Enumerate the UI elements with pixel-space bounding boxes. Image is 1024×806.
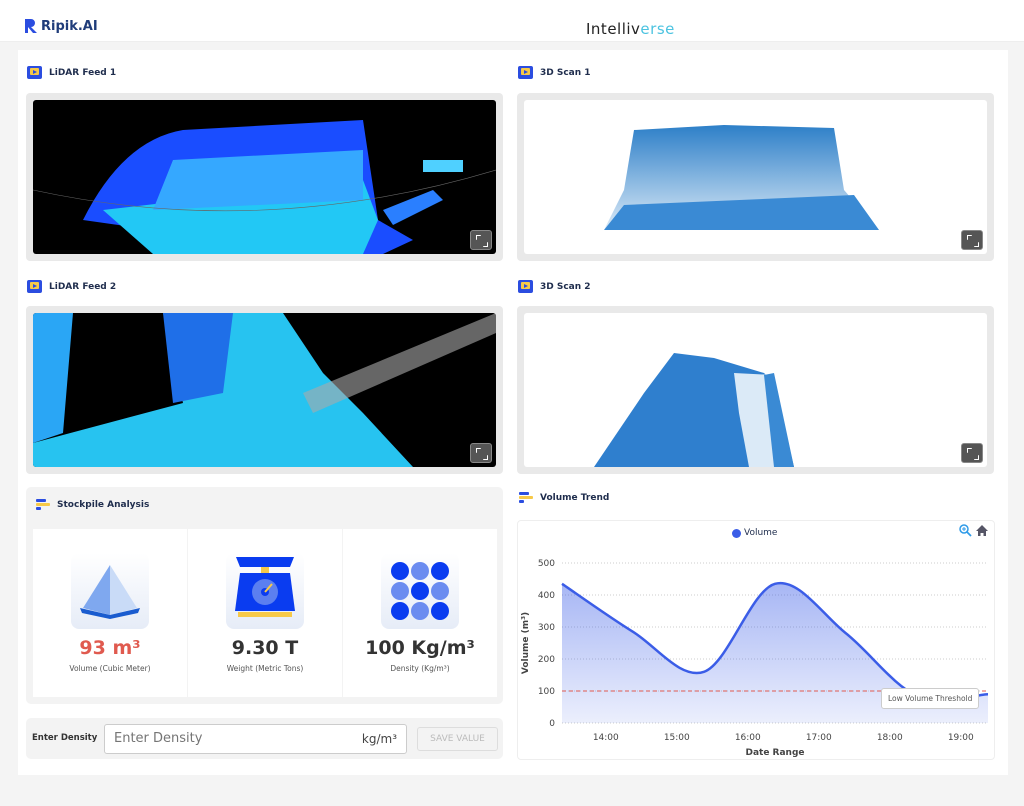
video-icon — [518, 66, 533, 79]
particles-icon — [381, 553, 459, 629]
volume-trend-chart: 0 100 200 300 400 500 14:00 15:00 16:00 17:00 18:0… — [517, 520, 995, 760]
3d-scan-2-panel — [517, 306, 994, 474]
intelliverse-logo: Intelliverse — [586, 20, 675, 38]
lidar-feed-2-title: LiDAR Feed 2 — [27, 280, 116, 293]
lidar-feed-1-view[interactable] — [33, 100, 496, 254]
3d-scan-surface-1 — [604, 125, 879, 230]
bars-icon — [36, 499, 50, 511]
top-bar — [0, 0, 1024, 42]
3d-scan-2-view[interactable] — [524, 313, 987, 467]
video-icon — [27, 66, 42, 79]
particle-dot — [391, 582, 409, 600]
weight-metric: 9.30 T Weight (Metric Tons) — [188, 529, 342, 697]
stockpile-analysis-title: Stockpile Analysis — [36, 499, 149, 511]
volume-metric: 93 m³ Volume (Cubic Meter) — [33, 529, 187, 697]
particle-dot — [411, 562, 429, 580]
density-value: 100 Kg/m³ — [365, 637, 475, 659]
3d-scan-1-view[interactable] — [524, 100, 987, 254]
metrics-row: 93 m³ Volume (Cubic Meter) 9.30 T Weight… — [33, 529, 497, 697]
video-icon — [27, 280, 42, 293]
3d-scan-2-title: 3D Scan 2 — [518, 280, 591, 293]
density-input-wrapper: kg/m³ — [104, 724, 407, 754]
weight-value: 9.30 T — [231, 637, 299, 659]
lidar-feed-1-panel — [26, 93, 503, 261]
bars-icon — [519, 492, 533, 504]
ripik-logo-icon — [25, 19, 37, 33]
legend-label: Volume — [744, 528, 778, 538]
x-tick-label: 16:00 — [735, 733, 761, 743]
logo-text: Ripik.AI — [41, 18, 98, 34]
chart-svg: 0 100 200 300 400 500 14:00 15:00 16:00 17:00 18:0… — [521, 559, 989, 758]
density-metric: 100 Kg/m³ Density (Kg/m³) — [343, 529, 497, 697]
y-tick-label: 500 — [538, 559, 555, 569]
lidar-point-cloud-1 — [33, 120, 496, 254]
density-label: Density (Kg/m³) — [390, 664, 450, 673]
chart-legend[interactable]: Volume — [732, 528, 777, 538]
particle-dot — [411, 582, 429, 600]
3d-scan-1-title: 3D Scan 1 — [518, 66, 591, 79]
3d-scan-surface-2 — [594, 353, 794, 467]
particle-dot — [431, 602, 449, 620]
lidar-feed-2-view[interactable] — [33, 313, 496, 467]
expand-icon[interactable] — [961, 443, 983, 463]
particle-dot — [391, 562, 409, 580]
y-tick-label: 100 — [538, 687, 555, 697]
legend-dot — [732, 528, 741, 538]
lidar-point-cloud-2 — [33, 313, 496, 467]
particle-dot — [431, 562, 449, 580]
density-input[interactable] — [114, 731, 334, 746]
volume-trend-title: Volume Trend — [519, 492, 609, 504]
scale-icon — [226, 553, 304, 629]
expand-icon[interactable] — [961, 230, 983, 250]
particle-dot — [411, 602, 429, 620]
y-tick-label: 300 — [538, 623, 555, 633]
y-tick-label: 400 — [538, 591, 555, 601]
x-tick-label: 19:00 — [948, 733, 974, 743]
pyramid-icon — [71, 553, 149, 629]
lidar-feed-2-panel — [26, 306, 503, 474]
home-icon[interactable] — [975, 523, 989, 537]
x-tick-label: 14:00 — [593, 733, 619, 743]
save-value-button[interactable]: SAVE VALUE — [417, 727, 498, 751]
weight-label: Weight (Metric Tons) — [226, 664, 304, 673]
y-tick-label: 0 — [549, 719, 555, 729]
lidar-feed-1-title: LiDAR Feed 1 — [27, 66, 116, 79]
zoom-in-icon[interactable] — [958, 523, 972, 537]
x-axis-label: Date Range — [745, 748, 804, 758]
video-icon — [518, 280, 533, 293]
expand-icon[interactable] — [470, 230, 492, 250]
y-tick-label: 200 — [538, 655, 555, 665]
particle-dot — [391, 602, 409, 620]
volume-label: Volume (Cubic Meter) — [69, 664, 151, 673]
density-label: Enter Density — [32, 733, 98, 743]
y-axis-label: Volume (m³) — [521, 612, 531, 674]
volume-value: 93 m³ — [79, 637, 141, 659]
density-unit: kg/m³ — [361, 732, 397, 746]
ripik-logo: Ripik.AI — [24, 18, 98, 34]
particle-dot — [431, 582, 449, 600]
threshold-label: Low Volume Threshold — [881, 688, 980, 709]
x-tick-label: 18:00 — [877, 733, 903, 743]
expand-icon[interactable] — [470, 443, 492, 463]
x-tick-label: 15:00 — [664, 733, 690, 743]
x-tick-label: 17:00 — [806, 733, 832, 743]
3d-scan-1-panel — [517, 93, 994, 261]
